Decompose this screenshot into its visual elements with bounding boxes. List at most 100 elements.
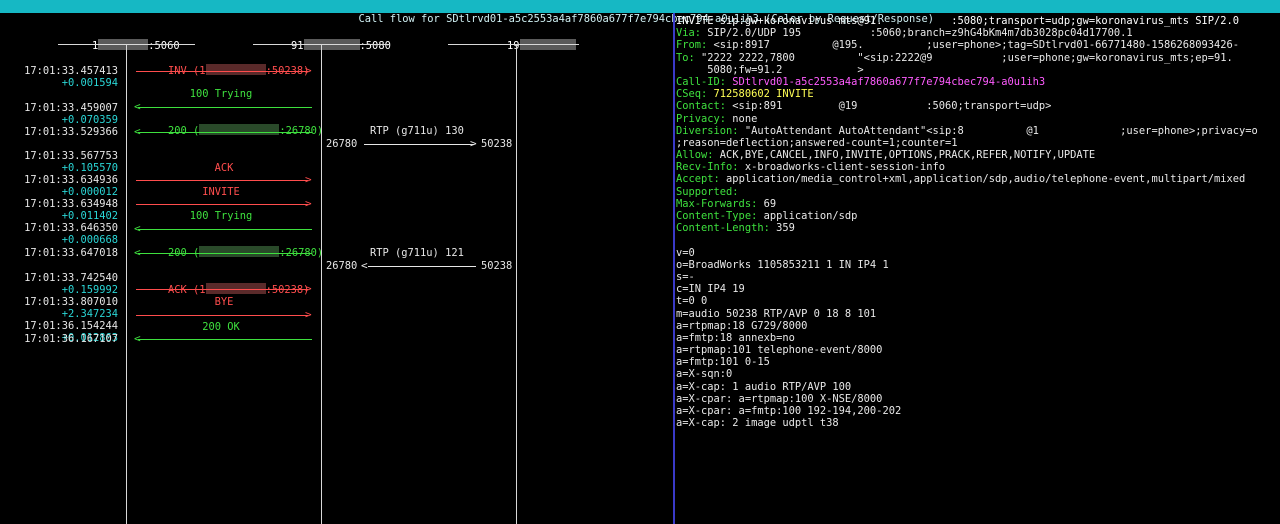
call-flow-panel[interactable]: 1:5060 91:5080 19 17:01:33.457413 +0.001…: [0, 13, 673, 524]
sip-headers: Via: SIP/2.0/UDP 195 :5060;branch=z9hG4b…: [676, 27, 1280, 234]
timestamp: 17:01:33.634936: [24, 174, 118, 186]
sip-header-line: Allow: ACK,BYE,CANCEL,INFO,INVITE,OPTION…: [676, 149, 1280, 161]
redacted-block: [199, 246, 280, 258]
message-label-200-ok-3[interactable]: 200 OK: [131, 321, 311, 333]
delta-time: +0.001594: [61, 77, 118, 89]
arrow-head-left-icon: <: [134, 246, 141, 259]
sip-header-line: Recv-Info: x-broadworks-client-session-i…: [676, 161, 1280, 173]
sdp-line: m=audio 50238 RTP/AVP 0 18 8 101: [676, 307, 877, 320]
delta-time: +0.011402: [61, 210, 118, 222]
sdp-line: a=fmtp:18 annexb=no: [676, 331, 795, 344]
rtp-right-port: 50238: [481, 138, 513, 150]
header-name: CSeq:: [676, 88, 708, 101]
timestamp: 17:01:33.646350: [24, 222, 118, 234]
sip-header-line: From: <sip:8917 @195. ;user=phone>;tag=S…: [676, 39, 1280, 51]
header-name: Diversion:: [676, 124, 739, 137]
delta-time: +0.105570: [61, 162, 118, 174]
header-value: application/media_control+xml,applicatio…: [719, 173, 1246, 186]
arrow-head-right-icon: >: [305, 308, 312, 321]
timestamp: 17:01:33.567753: [24, 150, 118, 162]
timestamp: 17:01:33.459007: [24, 102, 118, 114]
panel-separator: [673, 13, 675, 524]
sdp-line: s=-: [676, 270, 695, 283]
rtp-label[interactable]: RTP (g711u) 121: [370, 247, 464, 259]
arrow-line: [138, 107, 312, 108]
sip-header-line: Supported:: [676, 186, 1280, 198]
timestamp: 17:01:33.457413: [24, 65, 118, 77]
header-name: Allow:: [676, 149, 714, 162]
arrow-line: [138, 253, 312, 254]
header-value: SDtlrvd01-a5c2553a4af7860a677f7e794cbec7…: [726, 75, 1046, 88]
arrow-head-left-icon: <: [134, 100, 141, 113]
delta-time: +2.347234: [61, 308, 118, 320]
header-value: ;reason=deflection;answered-count=1;coun…: [676, 136, 958, 149]
arrow-head-right-icon: >: [305, 197, 312, 210]
host-1-lifeline: [126, 45, 127, 524]
arrow-line: [136, 204, 308, 205]
sip-header-line: Via: SIP/2.0/UDP 195 :5060;branch=z9hG4b…: [676, 27, 1280, 39]
sip-header-line: 5080;fw=91.2 >: [676, 64, 1280, 76]
header-name: Recv-Info:: [676, 161, 739, 174]
timestamp: 17:01:33.634948: [24, 198, 118, 210]
sdp-body: v=0 o=BroadWorks 1105853211 1 IN IP4 1 s=-…: [676, 247, 1280, 430]
arrow-line: [138, 229, 312, 230]
delta-time: +0.000012: [61, 186, 118, 198]
header-value: x-broadworks-client-session-info: [738, 161, 946, 174]
message-label-ack[interactable]: ACK: [134, 162, 314, 174]
arrow-head-right-icon: >: [305, 173, 312, 186]
rtp-arrow-line: [368, 266, 476, 267]
arrow-head-left-icon: <: [361, 259, 368, 272]
header-value: SIP/2.0/UDP 195 :5060;branch=z9hG4bKm4m7…: [701, 27, 1133, 40]
redacted-block: [205, 64, 266, 76]
header-name: Call-ID:: [676, 75, 727, 88]
arrow-head-left-icon: <: [134, 125, 141, 138]
arrow-line: [136, 180, 308, 181]
arrow-head-left-icon: <: [134, 332, 141, 345]
header-value: application/sdp: [757, 210, 858, 222]
arrow-head-right-icon: >: [305, 282, 312, 295]
host-2-port: :5080: [359, 40, 391, 53]
header-value: "2222 2222,7800 "<sip:2222@9 ;user=phone…: [694, 51, 1233, 64]
sdp-line: c=IN IP4 19: [676, 283, 745, 296]
rtp-label[interactable]: RTP (g711u) 130: [370, 125, 464, 137]
header-name: To:: [676, 51, 695, 64]
header-name: Supported:: [676, 185, 739, 198]
sip-header-line: Accept: application/media_control+xml,ap…: [676, 173, 1280, 185]
message-label-200-ok[interactable]: 200 (:26780): [143, 112, 323, 150]
message-label-invite-2[interactable]: INVITE: [131, 186, 311, 198]
sip-header-line: Content-Length: 359: [676, 222, 1280, 234]
sip-header-line: Diversion: "AutoAttendant AutoAttendant"…: [676, 125, 1280, 137]
timestamp: 17:01:36.167107: [24, 333, 118, 345]
header-name: Via:: [676, 27, 702, 40]
host-2-prefix: 91: [291, 40, 304, 53]
timestamp: 17:01:33.807010: [24, 296, 118, 308]
header-value: <sip:8917 @195. ;user=phone>;tag=SDtlrvd…: [707, 39, 1240, 52]
timestamp: 17:01:33.742540: [24, 272, 118, 284]
header-value: 712580602 INVITE: [707, 88, 814, 101]
header-value: ACK,BYE,CANCEL,INFO,INVITE,OPTIONS,PRACK…: [713, 149, 1096, 162]
host-underline-3: [448, 44, 579, 45]
header-name: Content-Length:: [676, 222, 770, 235]
header-name: Max-Forwards:: [676, 197, 758, 210]
sdp-line: a=X-cap: 2 image udptl t38: [676, 417, 839, 430]
sdp-line: t=0 0: [676, 295, 708, 308]
message-label-100-trying-2[interactable]: 100 Trying: [131, 210, 311, 222]
arrow-line: [136, 71, 308, 72]
sdp-line: a=rtpmap:101 telephone-event/8000: [676, 344, 883, 357]
message-text: ACK (1: [168, 284, 206, 297]
header-value: 359: [769, 222, 795, 235]
rtp-left-port: 26780: [326, 260, 358, 272]
sdp-line: a=fmtp:101 0-15: [676, 356, 770, 369]
message-label-100-trying[interactable]: 100 Trying: [131, 88, 311, 100]
message-label-bye[interactable]: BYE: [134, 296, 314, 308]
sip-header-line: Call-ID: SDtlrvd01-a5c2553a4af7860a677f7…: [676, 76, 1280, 88]
delta-time: +0.070359: [61, 114, 118, 126]
message-detail-panel[interactable]: INVITE sip:gw+koronavirus mts@91. :5080;…: [676, 13, 1280, 524]
rtp-right-port: 50238: [481, 260, 513, 272]
arrow-line: [138, 339, 312, 340]
host-label-3: 19: [482, 27, 576, 65]
rtp-left-port: 26780: [326, 138, 358, 150]
header-value: 5080;fw=91.2 >: [676, 63, 864, 76]
header-value: none: [726, 112, 758, 125]
